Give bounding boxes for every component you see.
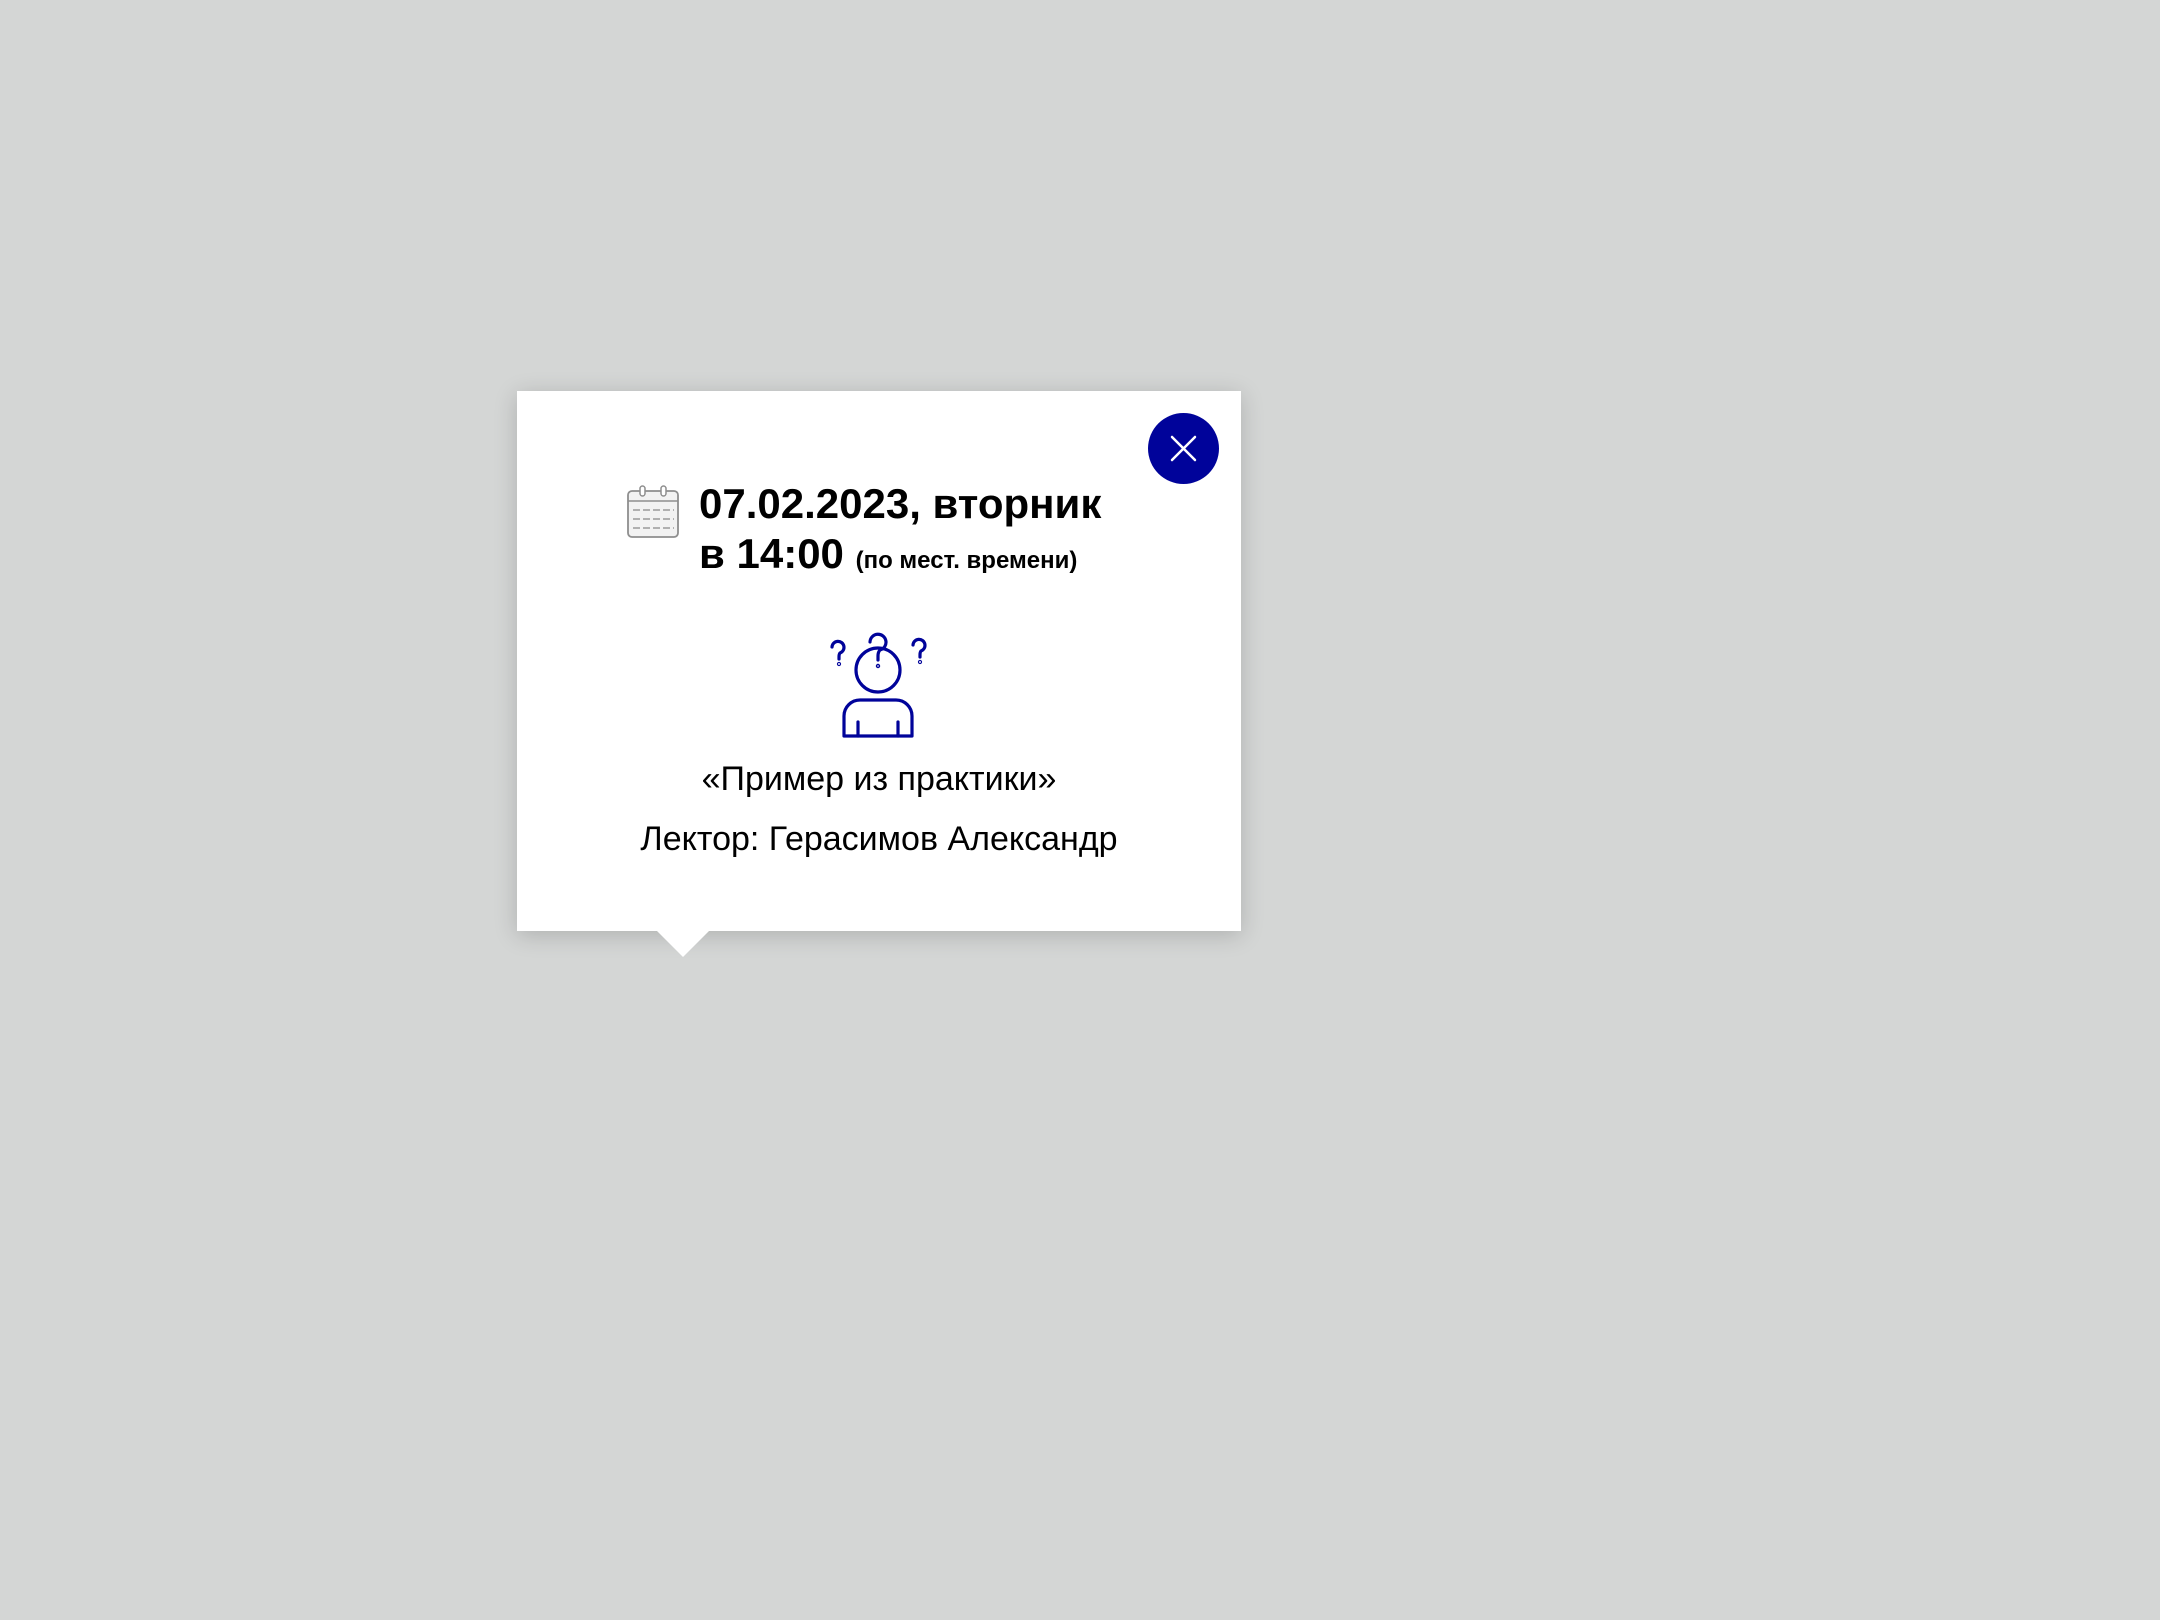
calendar-icon	[627, 485, 679, 538]
event-time: в 14:00 (по мест. времени)	[699, 529, 1077, 586]
lecture-title: «Пример из практики»	[701, 760, 1057, 798]
popup-pointer	[657, 931, 709, 957]
event-popup: 07.02.2023, вторник в 14:00 (по мест. вр…	[517, 391, 1241, 957]
event-time-value: в 14:00	[699, 530, 844, 577]
close-icon	[1170, 435, 1197, 462]
event-time-note: (по мест. времени)	[855, 547, 1078, 574]
event-date: 07.02.2023, вторник	[699, 480, 1102, 527]
lecturer-name: Лектор: Герасимов Александр	[640, 820, 1118, 858]
close-button[interactable]	[1148, 413, 1219, 484]
page-background: 07.02.2023, вторник в 14:00 (по мест. вр…	[0, 0, 2160, 1620]
confused-person-icon	[830, 632, 927, 738]
